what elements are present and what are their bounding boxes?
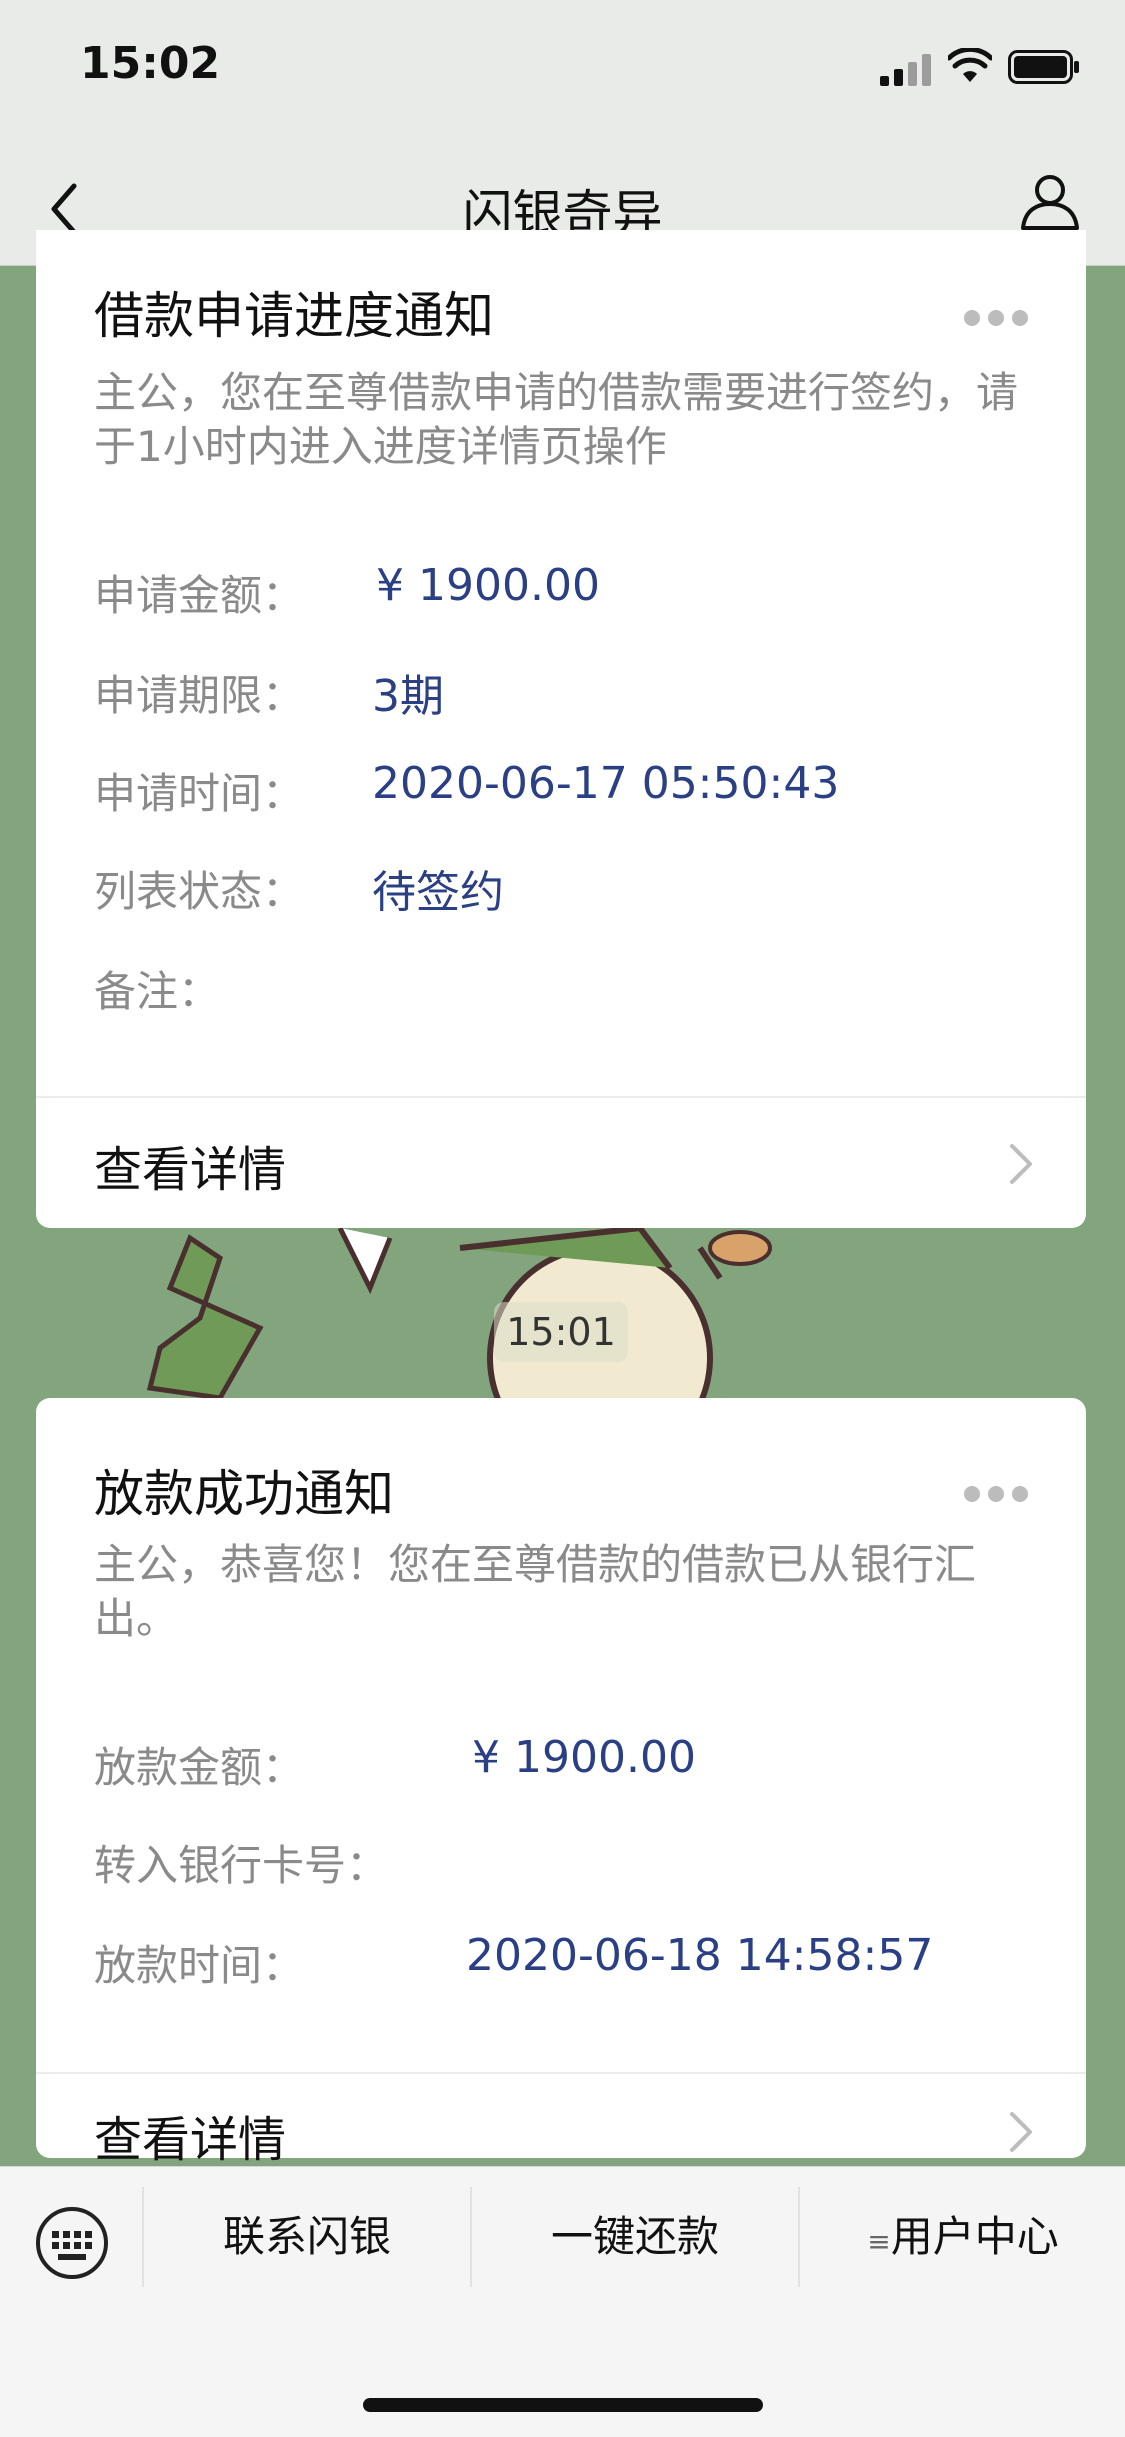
- value-list-status: 待签约: [372, 867, 504, 918]
- label-list-status: 列表状态：: [94, 867, 305, 916]
- chevron-right-icon: [1010, 1144, 1032, 1184]
- more-options-icon[interactable]: [956, 1486, 1028, 1506]
- card-description: 主公，恭喜您！您在至尊借款的借款已从银行汇出。: [94, 1540, 977, 1643]
- card-title: 放款成功通知: [94, 1465, 394, 1523]
- view-details-row[interactable]: 查看详情: [36, 2074, 1086, 2168]
- more-options-icon[interactable]: [956, 310, 1028, 330]
- chat-timestamp: 15:01: [494, 1302, 628, 1362]
- label-disburse-time: 放款时间：: [94, 1941, 305, 1990]
- loan-disbursed-card: 放款成功通知 主公，恭喜您！您在至尊借款的借款已从银行汇出。 放款金额： ¥ 1…: [36, 1398, 1086, 2168]
- value-apply-term: 3期: [372, 671, 444, 722]
- card-title: 借款申请进度通知: [94, 287, 494, 345]
- status-time: 15:02: [80, 38, 221, 89]
- user-profile-icon[interactable]: [1019, 170, 1081, 232]
- loan-progress-card: 借款申请进度通知 主公，您在至尊借款申请的借款需要进行签约，请于1小时内进入进度…: [36, 230, 1086, 1228]
- value-disburse-time: 2020-06-18 14:58:57: [466, 1930, 934, 1981]
- label-apply-time: 申请时间：: [94, 769, 305, 818]
- tab-user-center-label: 用户中心: [890, 2212, 1059, 2261]
- battery-icon: [1008, 50, 1079, 84]
- view-details-row[interactable]: 查看详情: [36, 1098, 1086, 1228]
- wifi-icon: [948, 48, 992, 82]
- label-disburse-amount: 放款金额：: [94, 1743, 305, 1792]
- value-apply-time: 2020-06-17 05:50:43: [372, 758, 840, 809]
- bottom-menu-bar: 联系闪银 一键还款 ≡用户中心: [0, 2166, 1125, 2437]
- label-bank-card: 转入银行卡号：: [94, 1841, 389, 1890]
- keyboard-toggle-icon[interactable]: [34, 2205, 110, 2281]
- home-indicator: [363, 2398, 763, 2412]
- card-description: 主公，您在至尊借款申请的借款需要进行签约，请于1小时内进入进度详情页操作: [94, 368, 1019, 471]
- signal-icon: [880, 54, 931, 86]
- label-remark: 备注：: [94, 967, 221, 1016]
- chevron-right-icon: [1010, 2112, 1032, 2152]
- label-apply-term: 申请期限：: [94, 671, 305, 720]
- tab-repay[interactable]: 一键还款: [472, 2187, 798, 2287]
- value-apply-amount: ¥ 1900.00: [376, 560, 600, 611]
- tab-contact[interactable]: 联系闪银: [144, 2187, 470, 2287]
- label-apply-amount: 申请金额：: [94, 571, 305, 620]
- value-disburse-amount: ¥ 1900.00: [472, 1732, 696, 1783]
- view-details-label: 查看详情: [94, 1142, 287, 1198]
- status-bar: 15:02: [0, 0, 1125, 150]
- tab-user-center[interactable]: ≡用户中心: [800, 2187, 1125, 2287]
- menu-icon: ≡: [867, 2225, 891, 2258]
- view-details-label: 查看详情: [94, 2112, 287, 2168]
